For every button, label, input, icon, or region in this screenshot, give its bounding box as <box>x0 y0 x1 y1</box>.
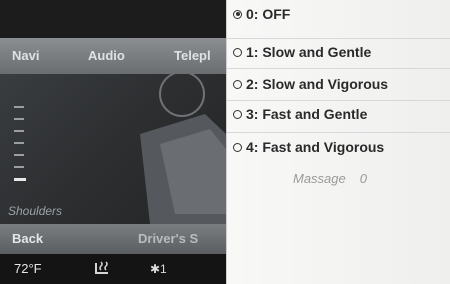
bottom-bar: Back Driver's S <box>0 224 226 254</box>
radio-unselected-icon <box>233 142 242 152</box>
headrest-outline <box>159 74 205 117</box>
comand-display: Navi Audio Telepl Shoulders Back Driver'… <box>0 0 450 284</box>
radio-selected-icon <box>233 9 242 19</box>
fan-speed-readout[interactable]: ✱1 <box>150 262 167 276</box>
divider <box>227 68 450 69</box>
option-label: 3: Fast and Gentle <box>246 106 368 122</box>
top-strip <box>0 0 226 38</box>
seat-illustration <box>14 74 226 224</box>
seat-heater-icon[interactable] <box>92 259 114 279</box>
seat-settings-screen: Navi Audio Telepl Shoulders Back Driver'… <box>0 0 226 284</box>
option-label: 1: Slow and Gentle <box>246 44 372 60</box>
massage-status-label: Massage <box>293 171 346 186</box>
back-button[interactable]: Back <box>12 231 43 246</box>
temperature-readout[interactable]: 72°F <box>14 261 42 276</box>
seat-zone-label: Shoulders <box>8 204 63 218</box>
radio-unselected-icon <box>233 79 242 89</box>
menu-navi[interactable]: Navi <box>12 48 39 63</box>
radio-unselected-icon <box>233 47 242 57</box>
menu-telephone[interactable]: Telepl <box>174 48 211 63</box>
divider <box>227 100 450 101</box>
option-slow-vigorous[interactable]: 2: Slow and Vigorous <box>233 76 388 92</box>
menu-audio[interactable]: Audio <box>88 48 125 63</box>
divider <box>227 38 450 39</box>
massage-options-menu: 0: OFF 1: Slow and Gentle 2: Slow and Vi… <box>226 0 450 284</box>
screen-title: Driver's S <box>138 231 199 246</box>
option-fast-vigorous[interactable]: 4: Fast and Vigorous <box>233 139 384 155</box>
seat-view: Shoulders <box>0 74 226 224</box>
massage-status-value: 0 <box>359 171 367 186</box>
option-label: 2: Slow and Vigorous <box>246 76 389 92</box>
massage-status: Massage 0 <box>293 171 367 186</box>
main-menu-bar: Navi Audio Telepl <box>0 38 226 74</box>
intensity-scale <box>14 106 26 181</box>
radio-unselected-icon <box>233 109 242 119</box>
option-label: 0: OFF <box>246 6 291 22</box>
option-fast-gentle[interactable]: 3: Fast and Gentle <box>233 106 367 122</box>
climate-status-bar: 72°F ✱1 <box>0 254 226 284</box>
option-label: 4: Fast and Vigorous <box>246 139 385 155</box>
option-slow-gentle[interactable]: 1: Slow and Gentle <box>233 44 371 60</box>
divider <box>227 132 450 133</box>
option-off[interactable]: 0: OFF <box>233 6 290 22</box>
